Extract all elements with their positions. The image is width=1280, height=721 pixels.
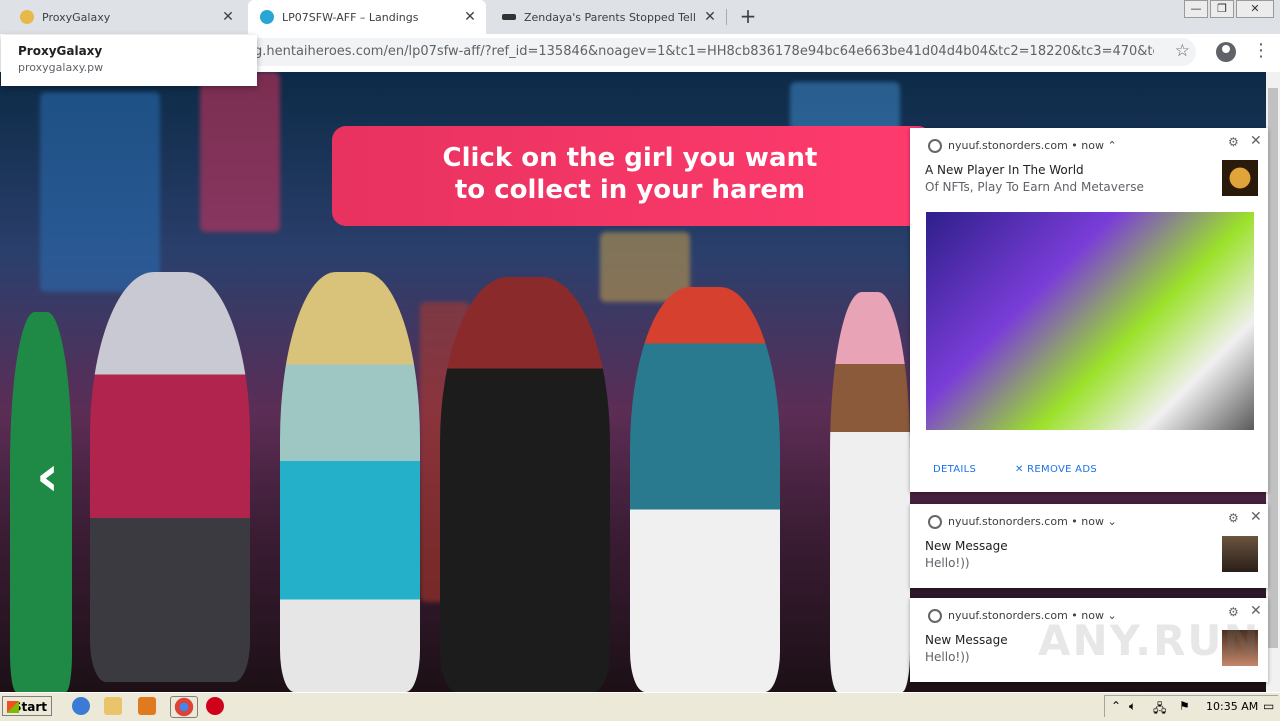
clock[interactable]: 10:35 AM	[1206, 700, 1258, 713]
notification-body: Of NFTs, Play To Earn And Metaverse	[925, 180, 1144, 194]
tab-title: Zendaya's Parents Stopped Telling H	[524, 10, 696, 24]
close-icon[interactable]: ✕	[1250, 133, 1262, 149]
media-player-icon[interactable]	[138, 697, 156, 715]
character-twin-maids[interactable]	[630, 287, 780, 692]
remove-ads-button[interactable]: ✕ REMOVE ADS	[1015, 464, 1097, 475]
network-icon[interactable]: 🖧	[1153, 699, 1166, 720]
tab-separator	[726, 9, 727, 25]
banner-text: Click on the girl you want to collect in…	[442, 143, 818, 205]
notification-source: nyuuf.stonorders.com • now ⌄	[948, 515, 1117, 528]
chrome-icon	[928, 609, 942, 623]
notification-nft[interactable]: nyuuf.stonorders.com • now ⌃ ⚙ ✕ A New P…	[910, 128, 1268, 492]
menu-kebab-icon[interactable]: ⋮	[1252, 40, 1270, 61]
tab-title: ProxyGalaxy	[42, 10, 111, 24]
close-icon[interactable]: ✕	[702, 9, 718, 25]
proxygalaxy-favicon-icon	[20, 10, 34, 24]
notification-source: nyuuf.stonorders.com • now ⌃	[948, 139, 1117, 152]
notification-body: Hello!))	[925, 650, 970, 664]
background-neon-sign	[40, 92, 160, 292]
avatar-thumbnail	[1222, 536, 1258, 572]
previous-arrow-icon[interactable]: ‹	[36, 444, 59, 509]
character-mage[interactable]	[280, 272, 420, 692]
internet-explorer-icon[interactable]	[72, 697, 90, 715]
scrollbar-thumb[interactable]	[1268, 88, 1278, 648]
background-neon-sign	[200, 72, 280, 232]
collapse-icon[interactable]: ⌃	[1107, 139, 1116, 152]
start-button[interactable]: Start	[2, 696, 52, 716]
close-icon[interactable]: ✕	[1250, 509, 1262, 525]
character-succubus[interactable]	[90, 272, 250, 682]
notification-message[interactable]: nyuuf.stonorders.com • now ⌄ ⚙ ✕ New Mes…	[910, 598, 1268, 682]
notification-time: now	[1081, 139, 1104, 152]
close-icon[interactable]: ✕	[220, 9, 236, 25]
tab-proxygalaxy[interactable]: ProxyGalaxy ✕	[8, 0, 244, 34]
new-tab-button[interactable]: +	[736, 4, 760, 28]
url-text[interactable]: g.hentaiheroes.com/en/lp07sfw-aff/?ref_i…	[254, 44, 1154, 59]
bitcoin-thumbnail	[1222, 160, 1258, 196]
tooltip-url: proxygalaxy.pw	[18, 61, 104, 74]
gear-icon[interactable]: ⚙	[1228, 511, 1239, 525]
chrome-icon	[928, 515, 942, 529]
gear-icon[interactable]: ⚙	[1228, 135, 1239, 149]
source-domain: nyuuf.stonorders.com	[948, 515, 1068, 528]
character-dragon-girl[interactable]	[440, 277, 610, 692]
window-close-button[interactable]: ✕	[1236, 0, 1274, 18]
notification-message[interactable]: nyuuf.stonorders.com • now ⌄ ⚙ ✕ New Mes…	[910, 504, 1268, 588]
address-bar[interactable]: g.hentaiheroes.com/en/lp07sfw-aff/?ref_i…	[236, 38, 1196, 66]
hentaiheroes-favicon-icon	[260, 10, 274, 24]
chrome-taskbar-icon[interactable]	[170, 696, 198, 718]
flag-icon[interactable]: ⚑	[1179, 699, 1190, 713]
maximize-button[interactable]: ❐	[1210, 0, 1234, 18]
tab-zendaya[interactable]: Zendaya's Parents Stopped Telling H ✕	[490, 0, 726, 34]
notification-title: New Message	[925, 539, 1008, 553]
close-icon[interactable]: ✕	[462, 9, 478, 25]
key-favicon-icon	[502, 14, 516, 20]
notification-title: A New Player In The World	[925, 163, 1084, 177]
anyrun-watermark: ANY.RUN	[1038, 616, 1261, 665]
page-scrollbar[interactable]	[1266, 72, 1280, 692]
tab-title: LP07SFW-AFF – Landings	[282, 10, 419, 24]
notification-time: now	[1081, 515, 1104, 528]
notification-image	[926, 212, 1254, 430]
tab-tooltip: ProxyGalaxy proxygalaxy.pw	[1, 35, 257, 86]
bookmark-star-icon[interactable]: ☆	[1175, 41, 1190, 61]
notification-body: Hello!))	[925, 556, 970, 570]
source-domain: nyuuf.stonorders.com	[948, 139, 1068, 152]
minimize-button[interactable]: —	[1184, 0, 1208, 18]
stop-icon[interactable]	[206, 697, 224, 715]
tab-landings[interactable]: LP07SFW-AFF – Landings ✕	[248, 0, 486, 34]
taskbar: Start ⌃ 🔈︎ 🖧 ⚑ ▭ 10:35 AM	[0, 692, 1280, 721]
folder-icon[interactable]	[104, 697, 122, 715]
chrome-icon	[928, 139, 942, 153]
details-button[interactable]: DETAILS	[933, 464, 976, 475]
monitor-icon: ▭	[1263, 699, 1275, 713]
character-catgirl[interactable]	[830, 292, 910, 692]
volume-icon[interactable]: 🔈︎	[1129, 699, 1136, 714]
profile-avatar-icon[interactable]	[1216, 42, 1236, 62]
tray-expand-icon[interactable]: ⌃	[1111, 699, 1121, 713]
tab-strip: ProxyGalaxy ✕ LP07SFW-AFF – Landings ✕ Z…	[0, 0, 1280, 34]
tooltip-title: ProxyGalaxy	[18, 44, 103, 58]
expand-icon[interactable]: ⌄	[1107, 515, 1116, 528]
notification-title: New Message	[925, 633, 1008, 647]
